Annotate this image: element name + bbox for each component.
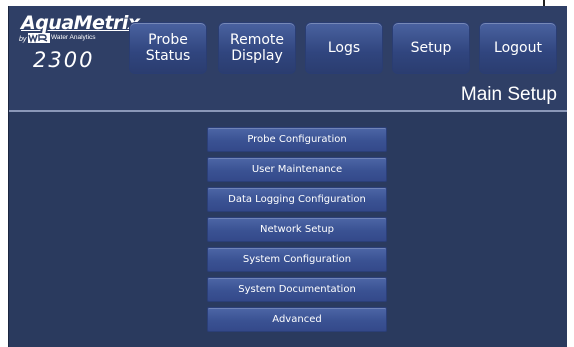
- user-maintenance-button[interactable]: User Maintenance: [207, 157, 387, 182]
- probe-configuration-button[interactable]: Probe Configuration: [207, 127, 387, 152]
- remote-display-button[interactable]: Remote Display: [218, 22, 296, 74]
- system-configuration-button[interactable]: System Configuration: [207, 247, 387, 272]
- logo-brand-text: AquaMetrix: [21, 12, 140, 34]
- logo-subtitle: Water Analytics: [51, 34, 96, 41]
- network-setup-button[interactable]: Network Setup: [207, 217, 387, 242]
- data-logging-configuration-button[interactable]: Data Logging Configuration: [207, 187, 387, 212]
- page-title: Main Setup: [460, 84, 557, 105]
- setup-menu: Probe Configuration User Maintenance Dat…: [207, 127, 387, 337]
- wr-logo-icon: [28, 33, 50, 43]
- aquametrix-logo: AquaMetrix by Water Analytics 2300: [19, 10, 140, 80]
- app-frame: AquaMetrix by Water Analytics 2300 Probe…: [8, 6, 567, 347]
- system-documentation-button[interactable]: System Documentation: [207, 277, 387, 302]
- probe-status-button[interactable]: Probe Status: [129, 22, 207, 74]
- setup-button[interactable]: Setup: [392, 22, 470, 74]
- advanced-button[interactable]: Advanced: [207, 307, 387, 332]
- logs-button[interactable]: Logs: [305, 22, 383, 74]
- model-number: 2300: [33, 48, 95, 72]
- header: AquaMetrix by Water Analytics 2300 Probe…: [9, 6, 567, 112]
- logo-by-text: by: [19, 36, 27, 43]
- logout-button[interactable]: Logout: [479, 22, 557, 74]
